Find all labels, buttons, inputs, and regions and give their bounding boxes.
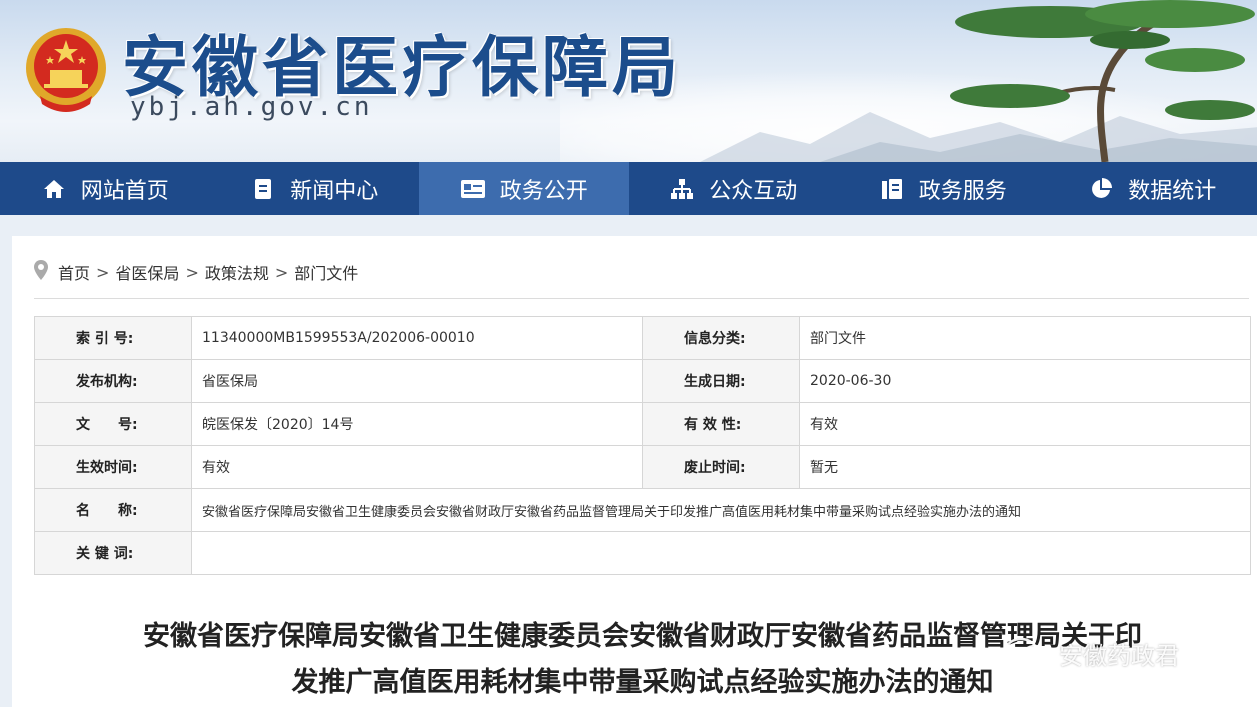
repeal-label: 废止时间: bbox=[642, 445, 800, 489]
wechat-icon bbox=[1003, 637, 1050, 669]
keywords-label: 关 键 词: bbox=[34, 531, 192, 575]
category-value: 部门文件 bbox=[799, 316, 1251, 360]
nav-label: 数据统计 bbox=[1128, 178, 1217, 204]
nav-item-interaction[interactable]: 公众互动 bbox=[629, 162, 839, 215]
nav-item-gov-affairs[interactable]: 政务公开 bbox=[419, 162, 629, 215]
location-pin-icon bbox=[34, 260, 48, 284]
breadcrumb-dept-docs[interactable]: 部门文件 bbox=[294, 260, 358, 284]
nav-item-home[interactable]: 网站首页 bbox=[0, 162, 210, 215]
effective-value: 有效 bbox=[191, 445, 643, 489]
index-label: 索 引 号: bbox=[34, 316, 192, 360]
effective-label: 生效时间: bbox=[34, 445, 192, 489]
nav-label: 公众互动 bbox=[709, 178, 798, 204]
nav-label: 新闻中心 bbox=[290, 178, 379, 204]
watermark-text: 安徽药政君 bbox=[1059, 642, 1179, 670]
name-label: 名 称: bbox=[34, 488, 192, 532]
category-label: 信息分类: bbox=[642, 316, 800, 360]
table-row: 关 键 词: bbox=[34, 531, 1251, 575]
table-row: 发布机构: 省医保局 生成日期: 2020-06-30 bbox=[34, 359, 1251, 403]
repeal-value: 暂无 bbox=[799, 445, 1251, 489]
publisher-value: 省医保局 bbox=[191, 359, 643, 403]
pie-chart-icon bbox=[1088, 176, 1114, 202]
breadcrumb-bureau[interactable]: 省医保局 bbox=[115, 260, 179, 284]
service-icon bbox=[879, 176, 905, 202]
pine-tree-decoration bbox=[950, 0, 1255, 162]
nav-label: 政务服务 bbox=[918, 178, 1007, 204]
org-chart-icon bbox=[669, 176, 695, 202]
date-label: 生成日期: bbox=[642, 359, 800, 403]
nav-item-news[interactable]: 新闻中心 bbox=[210, 162, 420, 215]
id-card-icon bbox=[460, 176, 486, 202]
home-icon bbox=[41, 176, 67, 202]
validity-label: 有 效 性: bbox=[642, 402, 800, 446]
breadcrumb-separator: > bbox=[274, 262, 289, 282]
date-value: 2020-06-30 bbox=[799, 359, 1251, 403]
nav-label: 网站首页 bbox=[80, 178, 169, 204]
document-meta-table: 索 引 号: 11340000MB1599553A/202006-00010 信… bbox=[34, 316, 1251, 575]
nav-item-statistics[interactable]: 数据统计 bbox=[1048, 162, 1257, 215]
docno-value: 皖医保发〔2020〕14号 bbox=[191, 402, 643, 446]
table-row: 生效时间: 有效 废止时间: 暂无 bbox=[34, 445, 1251, 489]
site-domain: ybj.ah.gov.cn bbox=[130, 92, 373, 122]
name-value: 安徽省医疗保障局安徽省卫生健康委员会安徽省财政厅安徽省药品监督管理局关于印发推广… bbox=[191, 488, 1251, 532]
keywords-value bbox=[191, 531, 1251, 575]
watermark: 安徽药政君 bbox=[1003, 636, 1179, 671]
breadcrumb: 首页 > 省医保局 > 政策法规 > 部门文件 bbox=[34, 260, 358, 284]
header-banner: 安徽省医疗保障局 ybj.ah.gov.cn bbox=[0, 0, 1257, 162]
publisher-label: 发布机构: bbox=[34, 359, 192, 403]
breadcrumb-policies[interactable]: 政策法规 bbox=[205, 260, 269, 284]
nav-item-services[interactable]: 政务服务 bbox=[838, 162, 1048, 215]
divider bbox=[34, 298, 1249, 299]
table-row: 索 引 号: 11340000MB1599553A/202006-00010 信… bbox=[34, 316, 1251, 360]
breadcrumb-separator: > bbox=[185, 262, 199, 282]
docno-label: 文 号: bbox=[34, 402, 192, 446]
index-value: 11340000MB1599553A/202006-00010 bbox=[191, 316, 643, 360]
main-nav: 网站首页 新闻中心 政务公开 公众互动 政务服务 数据统计 bbox=[0, 162, 1257, 215]
table-row: 文 号: 皖医保发〔2020〕14号 有 效 性: 有效 bbox=[34, 402, 1251, 446]
document-icon bbox=[250, 176, 276, 202]
table-row: 名 称: 安徽省医疗保障局安徽省卫生健康委员会安徽省财政厅安徽省药品监督管理局关… bbox=[34, 488, 1251, 532]
nav-label: 政务公开 bbox=[499, 178, 588, 204]
national-emblem-icon bbox=[26, 28, 106, 112]
breadcrumb-home[interactable]: 首页 bbox=[58, 260, 90, 284]
breadcrumb-separator: > bbox=[96, 262, 110, 282]
validity-value: 有效 bbox=[799, 402, 1251, 446]
